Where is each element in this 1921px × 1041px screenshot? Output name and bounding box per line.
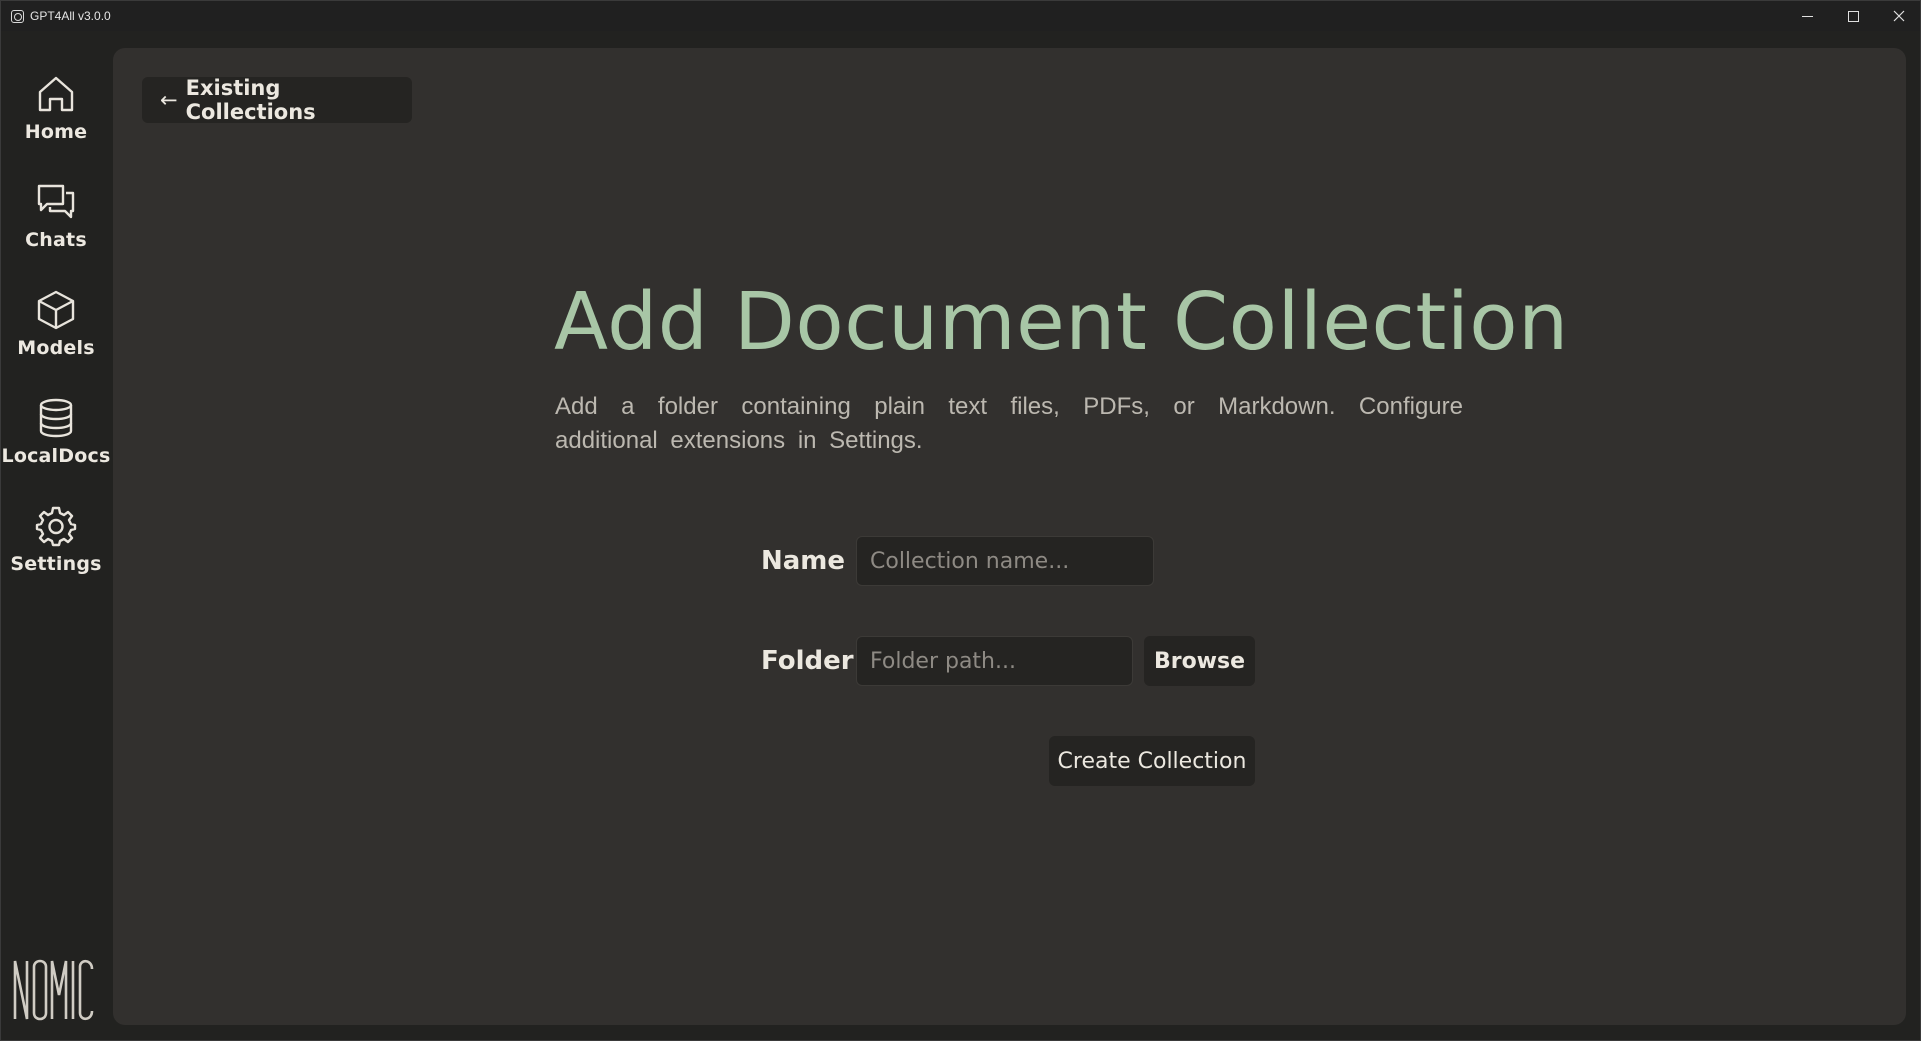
- browse-button[interactable]: Browse: [1144, 636, 1255, 686]
- collection-name-input[interactable]: Collection name...: [856, 536, 1154, 586]
- sidebar-item-label: Models: [17, 337, 95, 359]
- create-collection-button[interactable]: Create Collection: [1049, 736, 1255, 786]
- title-bar: GPT4All v3.0.0: [1, 1, 1920, 31]
- cube-icon: [37, 290, 75, 330]
- main-panel: ← Existing Collections Add Document Coll…: [113, 48, 1906, 1025]
- window-title: GPT4All v3.0.0: [30, 9, 111, 23]
- sidebar-item-label: Chats: [25, 229, 87, 251]
- sidebar-item-settings[interactable]: Settings: [2, 503, 110, 599]
- close-button[interactable]: [1876, 1, 1921, 31]
- existing-collections-button[interactable]: ← Existing Collections: [142, 76, 412, 124]
- gear-icon: [35, 506, 77, 547]
- minimize-button[interactable]: [1784, 1, 1830, 31]
- database-icon: [39, 398, 73, 438]
- sidebar-item-label: Settings: [10, 553, 102, 575]
- sidebar-item-localdocs[interactable]: LocalDocs: [2, 395, 110, 491]
- sidebar-item-models[interactable]: Models: [2, 287, 110, 383]
- back-button-label: Existing Collections: [185, 76, 316, 124]
- app-icon: [11, 10, 24, 23]
- sidebar-item-label: LocalDocs: [1, 445, 111, 467]
- sidebar: Home Chats Models LocalDocs Settings: [2, 31, 110, 1040]
- name-label: Name: [761, 546, 846, 576]
- sidebar-item-home[interactable]: Home: [2, 71, 110, 167]
- nomic-logo: [13, 959, 94, 1021]
- chat-bubbles-icon: [37, 184, 75, 219]
- close-icon: [1893, 10, 1905, 22]
- home-icon: [38, 76, 74, 112]
- folder-path-input[interactable]: Folder path...: [856, 636, 1133, 686]
- page-description: Add a folder containing plain text files…: [555, 393, 1463, 454]
- maximize-button[interactable]: [1830, 1, 1876, 31]
- sidebar-item-label: Home: [24, 121, 88, 143]
- page-title: Add Document Collection: [554, 276, 1569, 368]
- back-arrow-icon: ←: [160, 88, 178, 112]
- minimize-icon: [1801, 15, 1813, 17]
- folder-label: Folder: [761, 646, 854, 676]
- app-window: GPT4All v3.0.0 Home Chats Models LocalDo…: [0, 0, 1921, 1041]
- sidebar-item-chats[interactable]: Chats: [2, 179, 110, 275]
- maximize-icon: [1847, 10, 1859, 22]
